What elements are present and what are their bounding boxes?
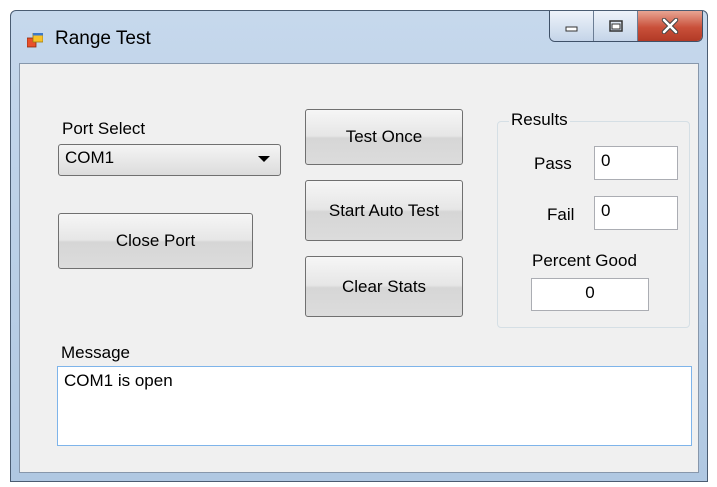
pass-count-field[interactable]: 0 — [594, 146, 678, 180]
fail-label: Fail — [547, 205, 575, 224]
close-icon — [661, 18, 679, 34]
fail-count-field[interactable]: 0 — [594, 196, 678, 230]
close-button[interactable] — [638, 11, 702, 41]
window-title: Range Test — [55, 28, 151, 49]
start-auto-test-button[interactable]: Start Auto Test — [305, 180, 463, 241]
app-window: Range Test Port Select COM1 Close Port T… — [10, 10, 708, 482]
port-select-label: Port Select — [62, 119, 146, 138]
maximize-icon — [608, 20, 623, 32]
results-title: Results — [509, 110, 570, 130]
minimize-button[interactable] — [550, 11, 594, 41]
percent-good-label: Percent Good — [532, 251, 637, 270]
title-bar[interactable]: Range Test — [11, 11, 707, 63]
test-once-button[interactable]: Test Once — [305, 109, 463, 165]
clear-stats-button[interactable]: Clear Stats — [305, 256, 463, 317]
port-select-dropdown[interactable]: COM1 — [58, 144, 281, 176]
close-port-button[interactable]: Close Port — [58, 213, 253, 269]
client-area: Port Select COM1 Close Port Test Once St… — [19, 63, 699, 473]
message-textbox[interactable]: COM1 is open — [57, 366, 692, 446]
message-label: Message — [61, 343, 130, 362]
percent-good-field[interactable]: 0 — [531, 278, 649, 311]
port-select-value: COM1 — [65, 148, 115, 167]
maximize-button[interactable] — [594, 11, 638, 41]
app-window-icon — [27, 33, 43, 48]
pass-label: Pass — [534, 154, 572, 173]
minimize-icon — [565, 26, 577, 32]
chevron-down-icon — [258, 156, 270, 162]
caption-buttons — [549, 11, 703, 42]
